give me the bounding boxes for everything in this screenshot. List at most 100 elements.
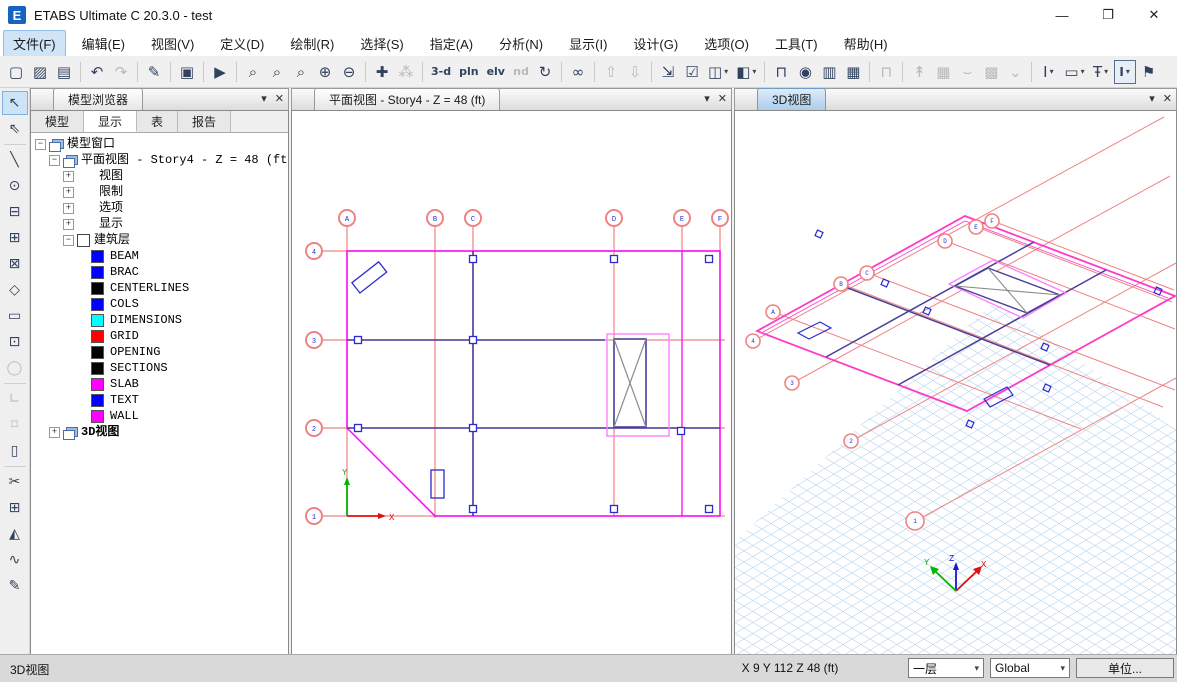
open-model-icon[interactable]: ▨ <box>29 60 51 84</box>
undo-icon[interactable]: ↶ <box>86 60 108 84</box>
joists-tool-icon[interactable]: ▥ <box>818 60 840 84</box>
dropdown-caret-icon[interactable]: ▾ <box>1126 67 1130 76</box>
menu-item-9[interactable]: 设计(G) <box>623 30 688 57</box>
menu-item-12[interactable]: 帮助(H) <box>834 30 898 57</box>
tree-node-options[interactable]: + 选项 <box>35 200 288 216</box>
layer-row-beam[interactable]: BEAM <box>35 248 288 264</box>
quick-draw-braces-icon[interactable]: ⊠ <box>2 252 28 276</box>
maximize-button[interactable]: ❐ <box>1085 0 1131 30</box>
menu-item-2[interactable]: 视图(V) <box>141 30 204 57</box>
layer-row-sections[interactable]: SECTIONS <box>35 360 288 376</box>
draw-wall-stack-icon[interactable]: ▯ <box>2 439 28 463</box>
draw-dimension-line-icon[interactable]: ✎ <box>2 574 28 598</box>
layer-row-brac[interactable]: BRAC <box>35 264 288 280</box>
boxed-i-section-icon[interactable]: I▾ <box>1114 60 1136 84</box>
layer-row-wall[interactable]: WALL <box>35 408 288 424</box>
panel-close-icon[interactable]: ✕ <box>1163 92 1172 105</box>
collapse-icon[interactable]: − <box>49 155 60 166</box>
tree-node-story-layers[interactable]: − 建筑层 <box>35 232 288 248</box>
menu-item-7[interactable]: 分析(N) <box>489 30 553 57</box>
edit-pen-icon[interactable]: ✎ <box>143 60 165 84</box>
explorer-tab-1[interactable]: 显示 <box>84 111 137 132</box>
draw-frame-icon[interactable]: ⊟ <box>2 200 28 224</box>
menu-item-11[interactable]: 工具(T) <box>765 30 828 57</box>
expand-icon[interactable]: + <box>63 187 74 198</box>
plan-view-tab[interactable]: 平面视图 - Story4 - Z = 48 (ft) <box>314 88 500 110</box>
view-plan-icon[interactable]: pln <box>456 60 481 84</box>
restore-full-view-icon[interactable]: ⌕ <box>266 60 288 84</box>
display-options-glasses-icon[interactable]: ∞ <box>567 60 589 84</box>
tree-node-plan-view[interactable]: − 平面视图 - Story4 - Z = 48 (ft) <box>35 152 288 168</box>
snap-options-icon[interactable]: ◉ <box>794 60 816 84</box>
layer-checkbox[interactable] <box>77 234 90 247</box>
draw-frame-tool-icon[interactable]: ⊓ <box>770 60 792 84</box>
tree-node-3d-view[interactable]: + 3D视图 <box>35 424 288 440</box>
menu-item-10[interactable]: 选项(O) <box>694 30 759 57</box>
rotate-3d-view-icon[interactable]: ↻ <box>534 60 556 84</box>
panel-menu-icon[interactable]: ▾ <box>704 92 710 105</box>
decks-tool-icon[interactable]: ▦ <box>842 60 864 84</box>
layer-row-grid[interactable]: GRID <box>35 328 288 344</box>
draw-poly-area-icon[interactable]: ◇ <box>2 278 28 302</box>
panel-close-icon[interactable]: ✕ <box>718 92 727 105</box>
select-pointer-icon[interactable]: ↖ <box>2 91 28 115</box>
select-check-icon[interactable]: ☑ <box>681 60 703 84</box>
story-selector[interactable]: 一层 ▾ <box>908 658 984 678</box>
quick-draw-frame-icon[interactable]: ⊞ <box>2 226 28 250</box>
reshape-object-icon[interactable]: ⇖ <box>2 117 28 141</box>
quick-draw-area-icon[interactable]: ⊡ <box>2 330 28 354</box>
view-3d-canvas[interactable]: A B C D E F 4 3 2 1 X Y Z <box>734 110 1177 655</box>
collapse-icon[interactable]: − <box>63 235 74 246</box>
explorer-tab-0[interactable]: 模型 <box>31 111 84 132</box>
menu-item-0[interactable]: 文件(F) <box>3 30 66 57</box>
collapse-icon[interactable]: − <box>35 139 46 150</box>
run-analysis-icon[interactable]: ▶ <box>209 60 231 84</box>
expand-icon[interactable]: + <box>49 427 60 438</box>
tee-section-icon[interactable]: Ŧ▾ <box>1090 60 1112 84</box>
units-button[interactable]: 单位... <box>1076 658 1174 678</box>
draw-spandrel-label-icon[interactable]: ∿ <box>2 548 28 572</box>
dropdown-caret-icon[interactable]: ▾ <box>724 67 728 76</box>
layer-row-cols[interactable]: COLS <box>35 296 288 312</box>
edit-grid-icon[interactable]: ⊞ <box>2 496 28 520</box>
draw-special-joint-icon[interactable]: ⊙ <box>2 174 28 198</box>
expand-icon[interactable]: + <box>63 219 74 230</box>
layer-row-opening[interactable]: OPENING <box>35 344 288 360</box>
layer-row-text[interactable]: TEXT <box>35 392 288 408</box>
draw-line-icon[interactable]: ╲ <box>2 148 28 172</box>
i-section-icon[interactable]: I▾ <box>1037 60 1059 84</box>
panel-menu-icon[interactable]: ▾ <box>1149 92 1155 105</box>
previous-zoom-icon[interactable]: ⌕ <box>290 60 312 84</box>
slab-section-icon[interactable]: ▭▾ <box>1061 60 1087 84</box>
dropdown-caret-icon[interactable]: ▾ <box>752 67 756 76</box>
layer-row-centerlines[interactable]: CENTERLINES <box>35 280 288 296</box>
draw-rect-area-icon[interactable]: ▭ <box>2 304 28 328</box>
plan-view-canvas[interactable]: A B C D E F 4 3 2 1 <box>291 110 732 655</box>
layer-row-slab[interactable]: SLAB <box>35 376 288 392</box>
menu-item-4[interactable]: 绘制(R) <box>280 30 344 57</box>
minimize-button[interactable]: — <box>1039 0 1085 30</box>
tree-node-display[interactable]: + 显示 <box>35 216 288 232</box>
panel-close-icon[interactable]: ✕ <box>275 92 284 105</box>
menu-item-5[interactable]: 选择(S) <box>350 30 413 57</box>
shrink-objects-icon[interactable]: ⇲ <box>657 60 679 84</box>
layer-row-dimensions[interactable]: DIMENSIONS <box>35 312 288 328</box>
view-3d-icon[interactable]: 3-d <box>428 60 454 84</box>
expand-icon[interactable]: + <box>63 203 74 214</box>
wall-flag-section-icon[interactable]: ⚑ <box>1138 60 1160 84</box>
shaded-view-icon[interactable]: ◧▾ <box>733 60 759 84</box>
view-3d-tab[interactable]: 3D视图 <box>757 88 826 110</box>
coordinate-system-selector[interactable]: Global ▾ <box>990 658 1070 678</box>
dropdown-caret-icon[interactable]: ▾ <box>1050 67 1054 76</box>
new-model-icon[interactable]: ▢ <box>5 60 27 84</box>
save-model-icon[interactable]: ▤ <box>53 60 75 84</box>
menu-item-6[interactable]: 指定(A) <box>420 30 483 57</box>
draw-pier-label-icon[interactable]: ◭ <box>2 522 28 546</box>
dropdown-caret-icon[interactable]: ▾ <box>1081 67 1085 76</box>
dropdown-caret-icon[interactable]: ▾ <box>1104 67 1108 76</box>
panel-menu-icon[interactable]: ▾ <box>261 92 267 105</box>
tree-node-model-window[interactable]: − 模型窗口 <box>35 136 288 152</box>
menu-item-8[interactable]: 显示(I) <box>559 30 617 57</box>
lock-model-icon[interactable]: ▣ <box>176 60 198 84</box>
explorer-tab-2[interactable]: 表 <box>137 111 178 132</box>
